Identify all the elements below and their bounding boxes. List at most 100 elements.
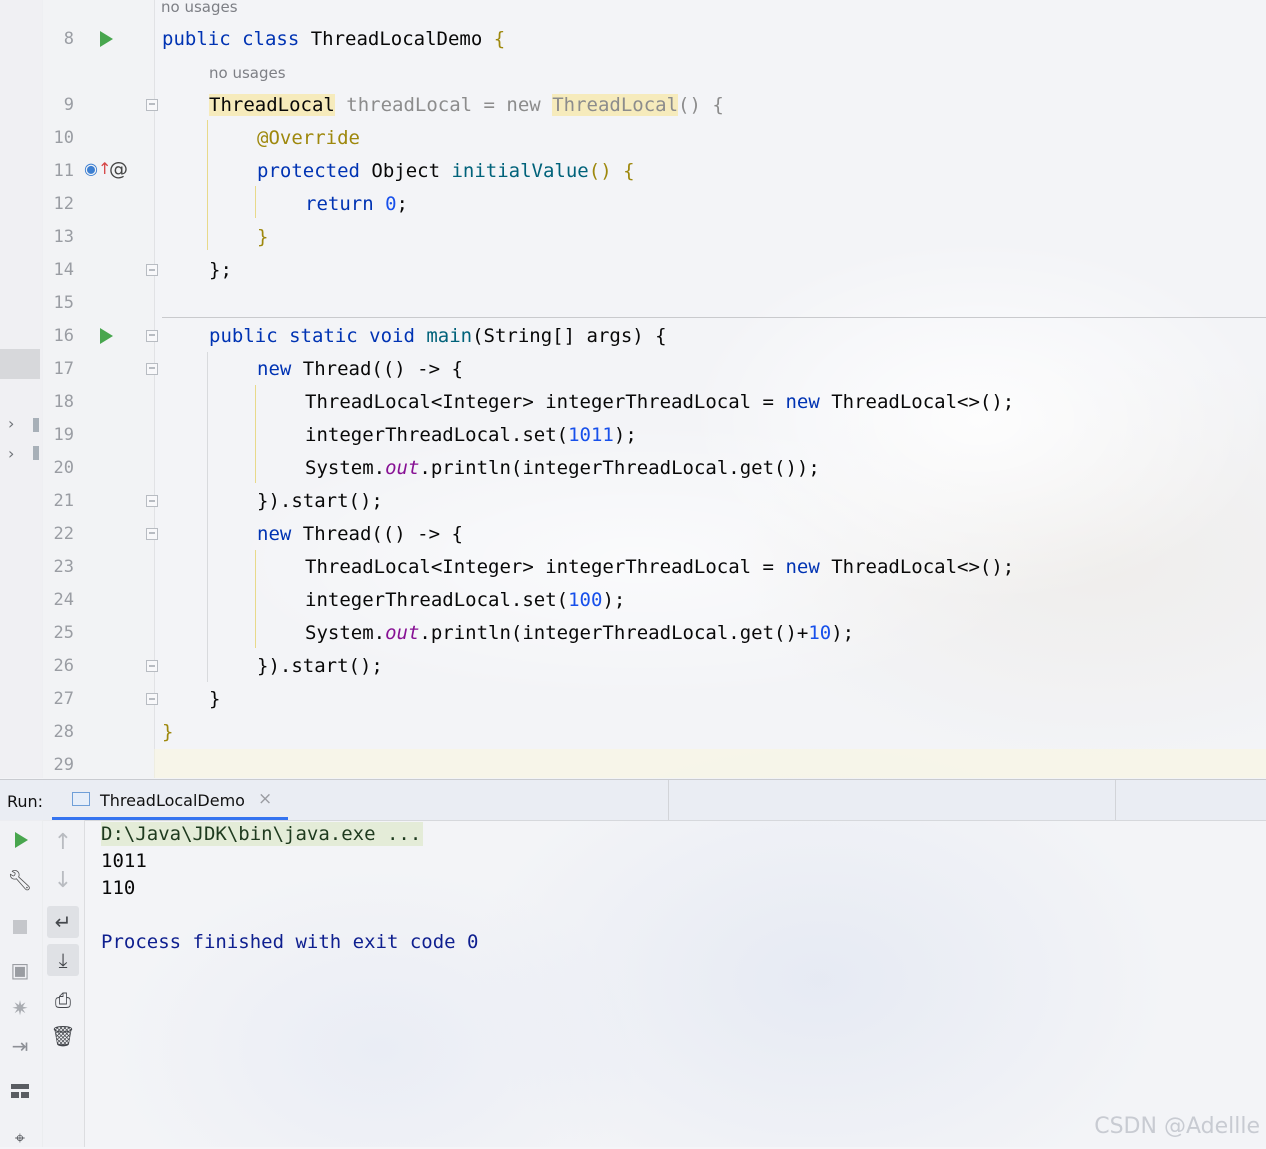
- line-number: 19: [53, 425, 74, 445]
- fold-toggle-icon[interactable]: [146, 330, 158, 342]
- fold-toggle-icon[interactable]: [146, 264, 158, 276]
- structure-marker-icon: [33, 418, 39, 432]
- code-line[interactable]: }: [162, 720, 173, 744]
- debug-icon[interactable]: ✷: [5, 996, 35, 1020]
- code-line[interactable]: }: [209, 687, 220, 711]
- line-number: 8: [63, 29, 74, 49]
- console-output[interactable]: D:\Java\JDK\bin\java.exe ... 1011 110 Pr…: [85, 820, 1266, 1147]
- layout-button[interactable]: [5, 1084, 35, 1098]
- line-number: 21: [53, 491, 74, 511]
- line-number: 17: [53, 359, 74, 379]
- code-line[interactable]: }).start();: [257, 489, 383, 513]
- code-line[interactable]: ThreadLocal threadLocal = new ThreadLoca…: [209, 93, 724, 117]
- print-icon[interactable]: ⎙: [48, 988, 78, 1012]
- arrow-up-icon[interactable]: ↑: [48, 830, 78, 855]
- line-number: 13: [53, 227, 74, 247]
- console-output-line: 1011: [101, 850, 147, 872]
- line-number: 20: [53, 458, 74, 478]
- indent-guide: [207, 352, 208, 682]
- line-number: 9: [63, 95, 74, 115]
- code-line[interactable]: public class ThreadLocalDemo {: [162, 27, 505, 51]
- code-line[interactable]: System.out.println(integerThreadLocal.ge…: [305, 456, 820, 480]
- trash-icon[interactable]: 🗑︎: [48, 1024, 78, 1048]
- layout-icon: [11, 1084, 29, 1098]
- code-line[interactable]: integerThreadLocal.set(1011);: [305, 423, 637, 447]
- annotation-at-icon: @: [109, 158, 128, 180]
- exit-icon[interactable]: ⇥: [5, 1034, 35, 1058]
- arrow-down-icon[interactable]: ↓: [48, 868, 78, 893]
- code-line[interactable]: protected Object initialValue() {: [257, 159, 635, 183]
- indent-guide: [255, 550, 256, 648]
- console-output-line: 110: [101, 877, 136, 899]
- line-number: 24: [53, 590, 74, 610]
- run-toolbar-secondary: ↑ ↓ ↵ ⤓ ⎙ 🗑︎: [42, 820, 85, 1147]
- line-number: 26: [53, 656, 74, 676]
- code-line[interactable]: public static void main(String[] args) {: [209, 324, 667, 348]
- scroll-to-end-icon[interactable]: ⤓: [47, 944, 79, 976]
- usage-hint[interactable]: no usages: [209, 64, 286, 82]
- fold-toggle-icon[interactable]: [146, 528, 158, 540]
- code-line[interactable]: new Thread(() -> {: [257, 357, 463, 381]
- selected-tool-highlight: [0, 349, 40, 379]
- code-line[interactable]: }: [257, 225, 268, 249]
- run-label: Run:: [7, 792, 44, 811]
- watermark-text: CSDN @Adellle: [1094, 1114, 1260, 1139]
- code-line[interactable]: @Override: [257, 126, 360, 150]
- line-number: 15: [53, 293, 74, 313]
- code-line[interactable]: }).start();: [257, 654, 383, 678]
- line-number: 28: [53, 722, 74, 742]
- console-exit-message: Process finished with exit code 0: [101, 931, 479, 953]
- fold-toggle-icon[interactable]: [146, 363, 158, 375]
- run-toolbar-primary: 🔧︎ ▣ ✷ ⇥ ⌖: [0, 820, 43, 1149]
- line-number: 22: [53, 524, 74, 544]
- close-icon[interactable]: ×: [258, 789, 272, 809]
- run-tab-threadlocaldemo[interactable]: ThreadLocalDemo ×: [52, 780, 288, 820]
- stop-icon: [13, 920, 27, 934]
- console-command-line[interactable]: D:\Java\JDK\bin\java.exe ...: [101, 822, 424, 846]
- line-number: 29: [53, 755, 74, 775]
- rerun-button[interactable]: [6, 832, 36, 848]
- code-editor[interactable]: › › 8 9 10 11 12 13 14 15 16 17 18 19 20…: [0, 0, 1266, 778]
- line-number: 18: [53, 392, 74, 412]
- divider: [1115, 780, 1116, 820]
- fold-toggle-icon[interactable]: [146, 693, 158, 705]
- run-icon: [14, 832, 28, 848]
- usage-hint[interactable]: no usages: [161, 0, 238, 16]
- chevron-right-icon[interactable]: ›: [8, 444, 14, 463]
- run-panel-header: Run: ThreadLocalDemo ×: [0, 779, 1266, 821]
- run-main-icon[interactable]: [100, 328, 113, 344]
- structure-marker-icon: [33, 446, 39, 460]
- line-number: 12: [53, 194, 74, 214]
- fold-toggle-icon[interactable]: [146, 495, 158, 507]
- code-line[interactable]: ThreadLocal<Integer> integerThreadLocal …: [305, 555, 1014, 579]
- indent-guide: [255, 186, 256, 218]
- project-tool-strip: › ›: [0, 0, 43, 778]
- line-number: 16: [53, 326, 74, 346]
- divider: [668, 780, 669, 820]
- pin-icon[interactable]: ⌖: [5, 1128, 35, 1149]
- line-number: 27: [53, 689, 74, 709]
- code-line[interactable]: integerThreadLocal.set(100);: [305, 588, 625, 612]
- line-number: 11: [53, 161, 74, 181]
- code-line[interactable]: return 0;: [305, 192, 408, 216]
- run-class-icon[interactable]: [100, 31, 113, 47]
- code-line[interactable]: System.out.println(integerThreadLocal.ge…: [305, 621, 854, 645]
- line-number: 10: [53, 128, 74, 148]
- fold-toggle-icon[interactable]: [146, 99, 158, 111]
- line-number: 25: [53, 623, 74, 643]
- current-line-highlight: [154, 749, 1266, 778]
- code-line[interactable]: };: [209, 258, 232, 282]
- stop-button[interactable]: [5, 920, 35, 934]
- line-number: 14: [53, 260, 74, 280]
- soft-wrap-icon[interactable]: ↵: [47, 906, 79, 938]
- code-line[interactable]: ThreadLocal<Integer> integerThreadLocal …: [305, 390, 1014, 414]
- console-window-icon: [72, 792, 90, 806]
- overrides-method-icon[interactable]: ◉↑: [84, 159, 111, 178]
- fold-toggle-icon[interactable]: [146, 660, 158, 672]
- wrench-icon[interactable]: 🔧︎: [5, 868, 35, 892]
- code-line[interactable]: new Thread(() -> {: [257, 522, 463, 546]
- run-tab-label: ThreadLocalDemo: [100, 791, 245, 810]
- chevron-right-icon[interactable]: ›: [8, 414, 14, 433]
- camera-icon[interactable]: ▣: [5, 958, 35, 982]
- indent-guide: [207, 120, 208, 250]
